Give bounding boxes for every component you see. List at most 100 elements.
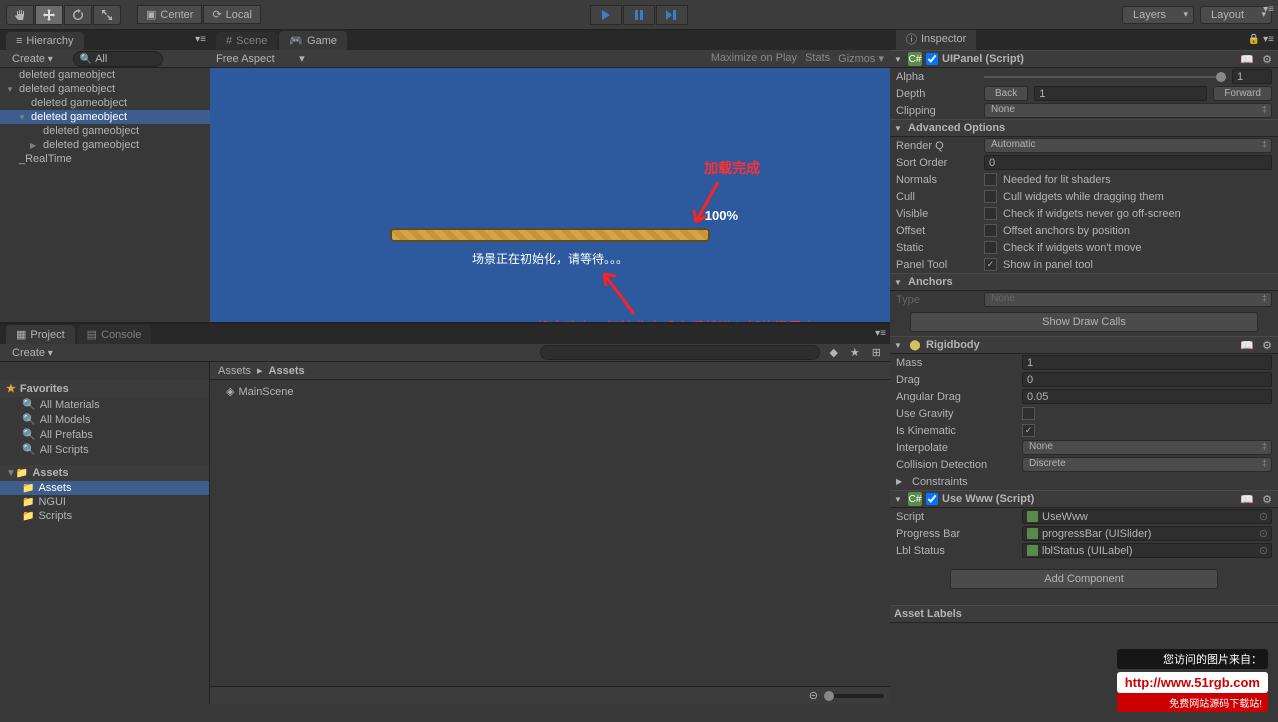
iskinematic-checkbox[interactable] <box>1022 424 1035 437</box>
anchors-header[interactable]: ▼ Anchors <box>890 273 1278 291</box>
favorite-item[interactable]: 🔍All Materials <box>0 397 209 412</box>
progressbar-field[interactable]: progressBar (UISlider) <box>1022 526 1272 541</box>
aspect-dropdown[interactable]: Free Aspect ▾ <box>216 52 305 65</box>
hierarchy-item[interactable]: deleted gameobject <box>0 96 210 110</box>
pause-button[interactable] <box>623 5 655 25</box>
favorites-header[interactable]: ★Favorites <box>0 380 209 397</box>
static-checkbox[interactable] <box>984 241 997 254</box>
interpolate-dropdown[interactable]: None <box>1022 440 1272 455</box>
filter-icon-3[interactable]: ⊞ <box>869 346 884 359</box>
usegravity-checkbox[interactable] <box>1022 407 1035 420</box>
foldout-icon[interactable]: ▼ <box>894 278 904 287</box>
center-pivot-toggle[interactable]: ▣Center <box>137 5 202 24</box>
depth-forward-button[interactable]: Forward <box>1213 86 1272 101</box>
normals-checkbox[interactable] <box>984 173 997 186</box>
folder-item[interactable]: 📁Scripts <box>0 509 209 523</box>
paneltool-checkbox[interactable] <box>984 258 997 271</box>
alpha-field[interactable] <box>1232 69 1272 84</box>
project-content[interactable]: ◈MainScene <box>210 380 890 686</box>
project-search[interactable] <box>540 345 820 360</box>
inspector-tab[interactable]: ⓘInspector <box>896 30 976 50</box>
angulardrag-field[interactable] <box>1022 389 1272 404</box>
hierarchy-item[interactable]: _RealTime <box>0 152 210 166</box>
tree-arrow-icon[interactable]: ▼ <box>6 85 16 94</box>
advanced-options-header[interactable]: ▼ Advanced Options <box>890 119 1278 137</box>
folder-item[interactable]: 📁Assets <box>0 481 209 495</box>
icon-size-slider[interactable] <box>824 694 884 698</box>
foldout-icon[interactable]: ▼ <box>894 124 904 133</box>
offset-checkbox[interactable] <box>984 224 997 237</box>
visible-checkbox[interactable] <box>984 207 997 220</box>
cull-checkbox[interactable] <box>984 190 997 203</box>
help-icon[interactable]: 📖 <box>1238 53 1256 66</box>
usewww-enabled-checkbox[interactable] <box>926 493 938 505</box>
usewww-header[interactable]: ▼ C# Use Www (Script) 📖 ⚙ <box>890 490 1278 508</box>
assets-header[interactable]: ▼📁Assets <box>0 465 209 481</box>
move-tool[interactable] <box>35 5 63 25</box>
project-options-icon[interactable]: ▾≡ <box>875 328 886 339</box>
gear-icon[interactable]: ⚙ <box>1260 53 1274 66</box>
favorite-item[interactable]: 🔍All Scripts <box>0 442 209 457</box>
foldout-icon[interactable]: ▶ <box>896 477 906 486</box>
hand-tool[interactable] <box>6 5 34 25</box>
asset-item[interactable]: ◈MainScene <box>218 384 882 399</box>
uipanel-enabled-checkbox[interactable] <box>926 53 938 65</box>
scale-tool[interactable] <box>93 5 121 25</box>
hierarchy-item[interactable]: ▶deleted gameobject <box>0 138 210 152</box>
add-component-button[interactable]: Add Component <box>950 569 1218 589</box>
depth-back-button[interactable]: Back <box>984 86 1028 101</box>
uipanel-header[interactable]: ▼ C# UIPanel (Script) 📖 ⚙ <box>890 50 1278 68</box>
hierarchy-options-icon[interactable]: ▾≡ <box>195 34 206 45</box>
hierarchy-search[interactable]: 🔍 All <box>73 51 163 67</box>
foldout-icon[interactable]: ▼ <box>894 341 904 350</box>
game-tab[interactable]: 🎮Game <box>279 31 347 50</box>
hierarchy-item[interactable]: deleted gameobject <box>0 124 210 138</box>
tree-arrow-icon[interactable]: ▼ <box>18 113 28 122</box>
inspector-options-icon[interactable]: ▾≡ <box>1263 34 1274 45</box>
filter-icon-1[interactable]: ◆ <box>826 346 840 359</box>
hierarchy-item[interactable]: ▼deleted gameobject <box>0 110 210 124</box>
anchors-type-dropdown[interactable]: None <box>984 292 1272 307</box>
project-create-dropdown[interactable]: Create ▾ <box>6 346 67 360</box>
renderq-dropdown[interactable]: Automatic <box>984 138 1272 153</box>
show-draw-calls-button[interactable]: Show Draw Calls <box>910 312 1258 332</box>
clipping-dropdown[interactable]: None <box>984 103 1272 118</box>
gizmos-toggle[interactable]: Gizmos ▾ <box>838 52 884 65</box>
lblstatus-field[interactable]: lblStatus (UILabel) <box>1022 543 1272 558</box>
mass-field[interactable] <box>1022 355 1272 370</box>
hierarchy-create-dropdown[interactable]: Create ▾ <box>6 52 67 66</box>
tree-arrow-icon[interactable]: ▶ <box>30 141 40 150</box>
sortorder-field[interactable] <box>984 155 1272 170</box>
script-field[interactable]: UseWww <box>1022 509 1272 524</box>
local-rotation-toggle[interactable]: ⟳Local <box>203 5 261 24</box>
project-sidebar[interactable]: ★Favorites 🔍All Materials🔍All Models🔍All… <box>0 362 210 704</box>
lock-icon[interactable]: 🔒 <box>1248 34 1260 45</box>
rigidbody-header[interactable]: ▼ ⬤ Rigidbody 📖 ⚙ <box>890 336 1278 354</box>
help-icon[interactable]: 📖 <box>1238 339 1256 352</box>
gear-icon[interactable]: ⚙ <box>1260 339 1274 352</box>
breadcrumb-item[interactable]: Assets <box>269 365 305 377</box>
breadcrumb-item[interactable]: Assets <box>218 365 251 377</box>
drag-field[interactable] <box>1022 372 1272 387</box>
hierarchy-item[interactable]: ▼deleted gameobject <box>0 82 210 96</box>
asset-labels-header[interactable]: Asset Labels <box>890 605 1278 623</box>
layout-dropdown[interactable]: Layout <box>1200 6 1272 24</box>
help-icon[interactable]: 📖 <box>1238 493 1256 506</box>
hierarchy-tab[interactable]: ≡ Hierarchy <box>6 32 84 50</box>
filter-icon-2[interactable]: ★ <box>847 346 863 359</box>
console-tab[interactable]: ▤Console <box>77 325 152 344</box>
folder-item[interactable]: 📁NGUI <box>0 495 209 509</box>
hierarchy-item[interactable]: deleted gameobject <box>0 68 210 82</box>
depth-field[interactable] <box>1034 86 1207 101</box>
collision-dropdown[interactable]: Discrete <box>1022 457 1272 472</box>
step-button[interactable] <box>656 5 688 25</box>
rotate-tool[interactable] <box>64 5 92 25</box>
maximize-toggle[interactable]: Maximize on Play <box>711 52 797 65</box>
scene-tab[interactable]: #Scene <box>216 32 277 50</box>
play-button[interactable] <box>590 5 622 25</box>
gear-icon[interactable]: ⚙ <box>1260 493 1274 506</box>
favorite-item[interactable]: 🔍All Models <box>0 412 209 427</box>
foldout-icon[interactable]: ▼ <box>894 55 904 64</box>
favorite-item[interactable]: 🔍All Prefabs <box>0 427 209 442</box>
foldout-icon[interactable]: ▼ <box>894 495 904 504</box>
